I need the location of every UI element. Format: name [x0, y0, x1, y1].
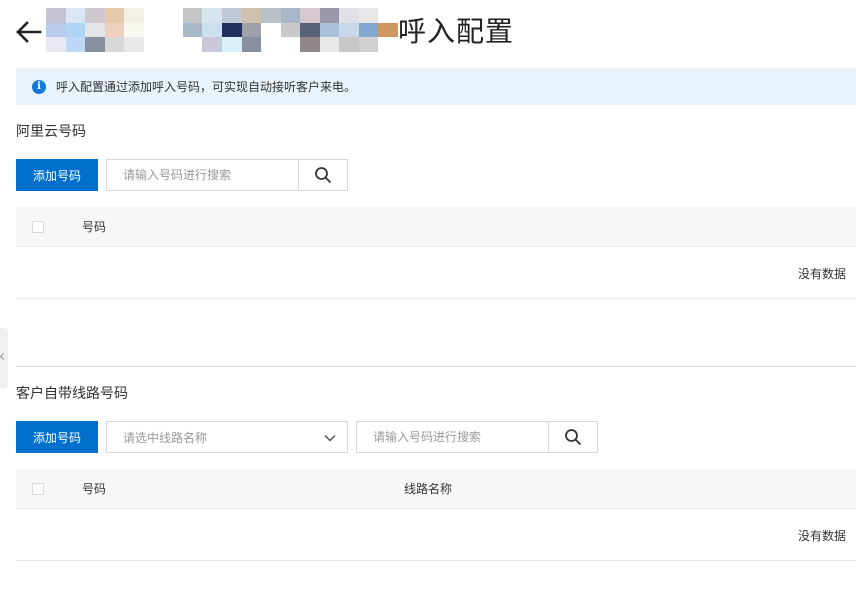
- custom-table-header: 号码 线路名称: [16, 469, 856, 509]
- mosaic-cell: [241, 37, 262, 52]
- select-all-checkbox[interactable]: [32, 221, 44, 233]
- section-divider: [16, 366, 856, 367]
- mosaic-cell: [85, 8, 105, 23]
- mosaic-cell: [104, 8, 125, 23]
- mosaic-cell: [124, 37, 144, 52]
- section-title-custom: 客户自带线路号码: [16, 386, 128, 402]
- mosaic-cell: [261, 8, 281, 23]
- mosaic-cell: [339, 8, 359, 23]
- mosaic-cell: [300, 22, 320, 38]
- mosaic-cell: [163, 22, 183, 38]
- mosaic-cell: [124, 8, 144, 23]
- add-aliyun-number-button[interactable]: 添加号码: [16, 159, 98, 191]
- column-header-number: 号码: [82, 220, 107, 234]
- mosaic-cell: [85, 37, 105, 52]
- mosaic-cell: [378, 8, 398, 23]
- custom-search-button[interactable]: [548, 421, 598, 453]
- chevron-down-icon: [324, 434, 336, 442]
- mosaic-cell: [202, 37, 222, 52]
- mosaic-cell: [358, 22, 379, 38]
- custom-search-input[interactable]: [373, 430, 548, 444]
- mosaic-cell: [241, 8, 262, 23]
- mosaic-cell: [143, 37, 164, 52]
- mosaic-cell: [300, 37, 320, 52]
- page-title: 呼入配置: [398, 15, 515, 48]
- mosaic-cell: [319, 8, 340, 23]
- mosaic-cell: [378, 22, 398, 38]
- add-custom-number-button[interactable]: 添加号码: [16, 421, 98, 453]
- mosaic-cell: [182, 22, 203, 38]
- search-icon: [315, 167, 331, 183]
- mosaic-cell: [202, 8, 222, 23]
- mosaic-cell: [65, 37, 86, 52]
- mosaic-cell: [319, 37, 340, 52]
- mosaic-cell: [182, 37, 203, 52]
- mosaic-cell: [104, 37, 125, 52]
- search-icon: [565, 429, 581, 445]
- mosaic-cell: [339, 37, 359, 52]
- aliyun-table-header: 号码: [16, 207, 856, 247]
- arrow-left-icon[interactable]: [14, 18, 42, 46]
- mosaic-cell: [339, 22, 359, 38]
- mosaic-cell: [65, 22, 86, 38]
- empty-text: 没有数据: [797, 267, 846, 281]
- section-title-aliyun: 阿里云号码: [16, 124, 86, 140]
- mosaic-cell: [319, 22, 340, 38]
- custom-search-field: [356, 421, 549, 453]
- mosaic-cell: [280, 37, 301, 52]
- aliyun-search-field: [106, 159, 299, 191]
- column-header-number: 号码: [82, 482, 107, 496]
- mosaic-cell: [358, 8, 379, 23]
- mosaic-cell: [280, 22, 301, 38]
- aliyun-search-input[interactable]: [123, 168, 298, 182]
- mosaic-cell: [221, 8, 242, 23]
- empty-text: 没有数据: [797, 529, 846, 543]
- mosaic-cell: [46, 22, 66, 38]
- mosaic-cell: [104, 22, 125, 38]
- mosaic-cell: [202, 22, 222, 38]
- column-header-line-name: 线路名称: [404, 482, 453, 496]
- mosaic-cell: [280, 8, 301, 23]
- select-all-checkbox[interactable]: [32, 483, 44, 495]
- notice-text: 呼入配置通过添加呼入号码，可实现自动接听客户来电。: [56, 80, 357, 94]
- page-header: 呼入配置: [0, 0, 856, 64]
- mosaic-cell: [46, 37, 66, 52]
- mosaic-cell: [124, 22, 144, 38]
- mosaic-cell: [163, 37, 183, 52]
- mosaic-cell: [143, 8, 164, 23]
- mosaic-cell: [241, 22, 262, 38]
- aliyun-table-empty-row: 没有数据: [16, 247, 856, 299]
- line-select-placeholder: 请选中线路名称: [123, 430, 208, 445]
- mosaic-cell: [85, 22, 105, 38]
- mosaic-cell: [261, 22, 281, 38]
- aliyun-search-button[interactable]: [298, 159, 348, 191]
- mosaic-cell: [65, 8, 86, 23]
- mosaic-cell: [221, 22, 242, 38]
- blurred-instance-name: [46, 8, 398, 52]
- mosaic-cell: [46, 8, 66, 23]
- mosaic-cell: [300, 8, 320, 23]
- mosaic-cell: [143, 22, 164, 38]
- info-notice: i 呼入配置通过添加呼入号码，可实现自动接听客户来电。: [16, 68, 856, 105]
- mosaic-cell: [358, 37, 379, 52]
- sidebar-collapse-handle[interactable]: [0, 328, 8, 388]
- line-name-select[interactable]: 请选中线路名称: [106, 421, 348, 453]
- info-icon: i: [32, 79, 46, 94]
- mosaic-cell: [261, 37, 281, 52]
- mosaic-cell: [378, 37, 398, 52]
- mosaic-cell: [182, 8, 203, 23]
- mosaic-cell: [221, 37, 242, 52]
- mosaic-cell: [163, 8, 183, 23]
- custom-table-empty-row: 没有数据: [16, 509, 856, 561]
